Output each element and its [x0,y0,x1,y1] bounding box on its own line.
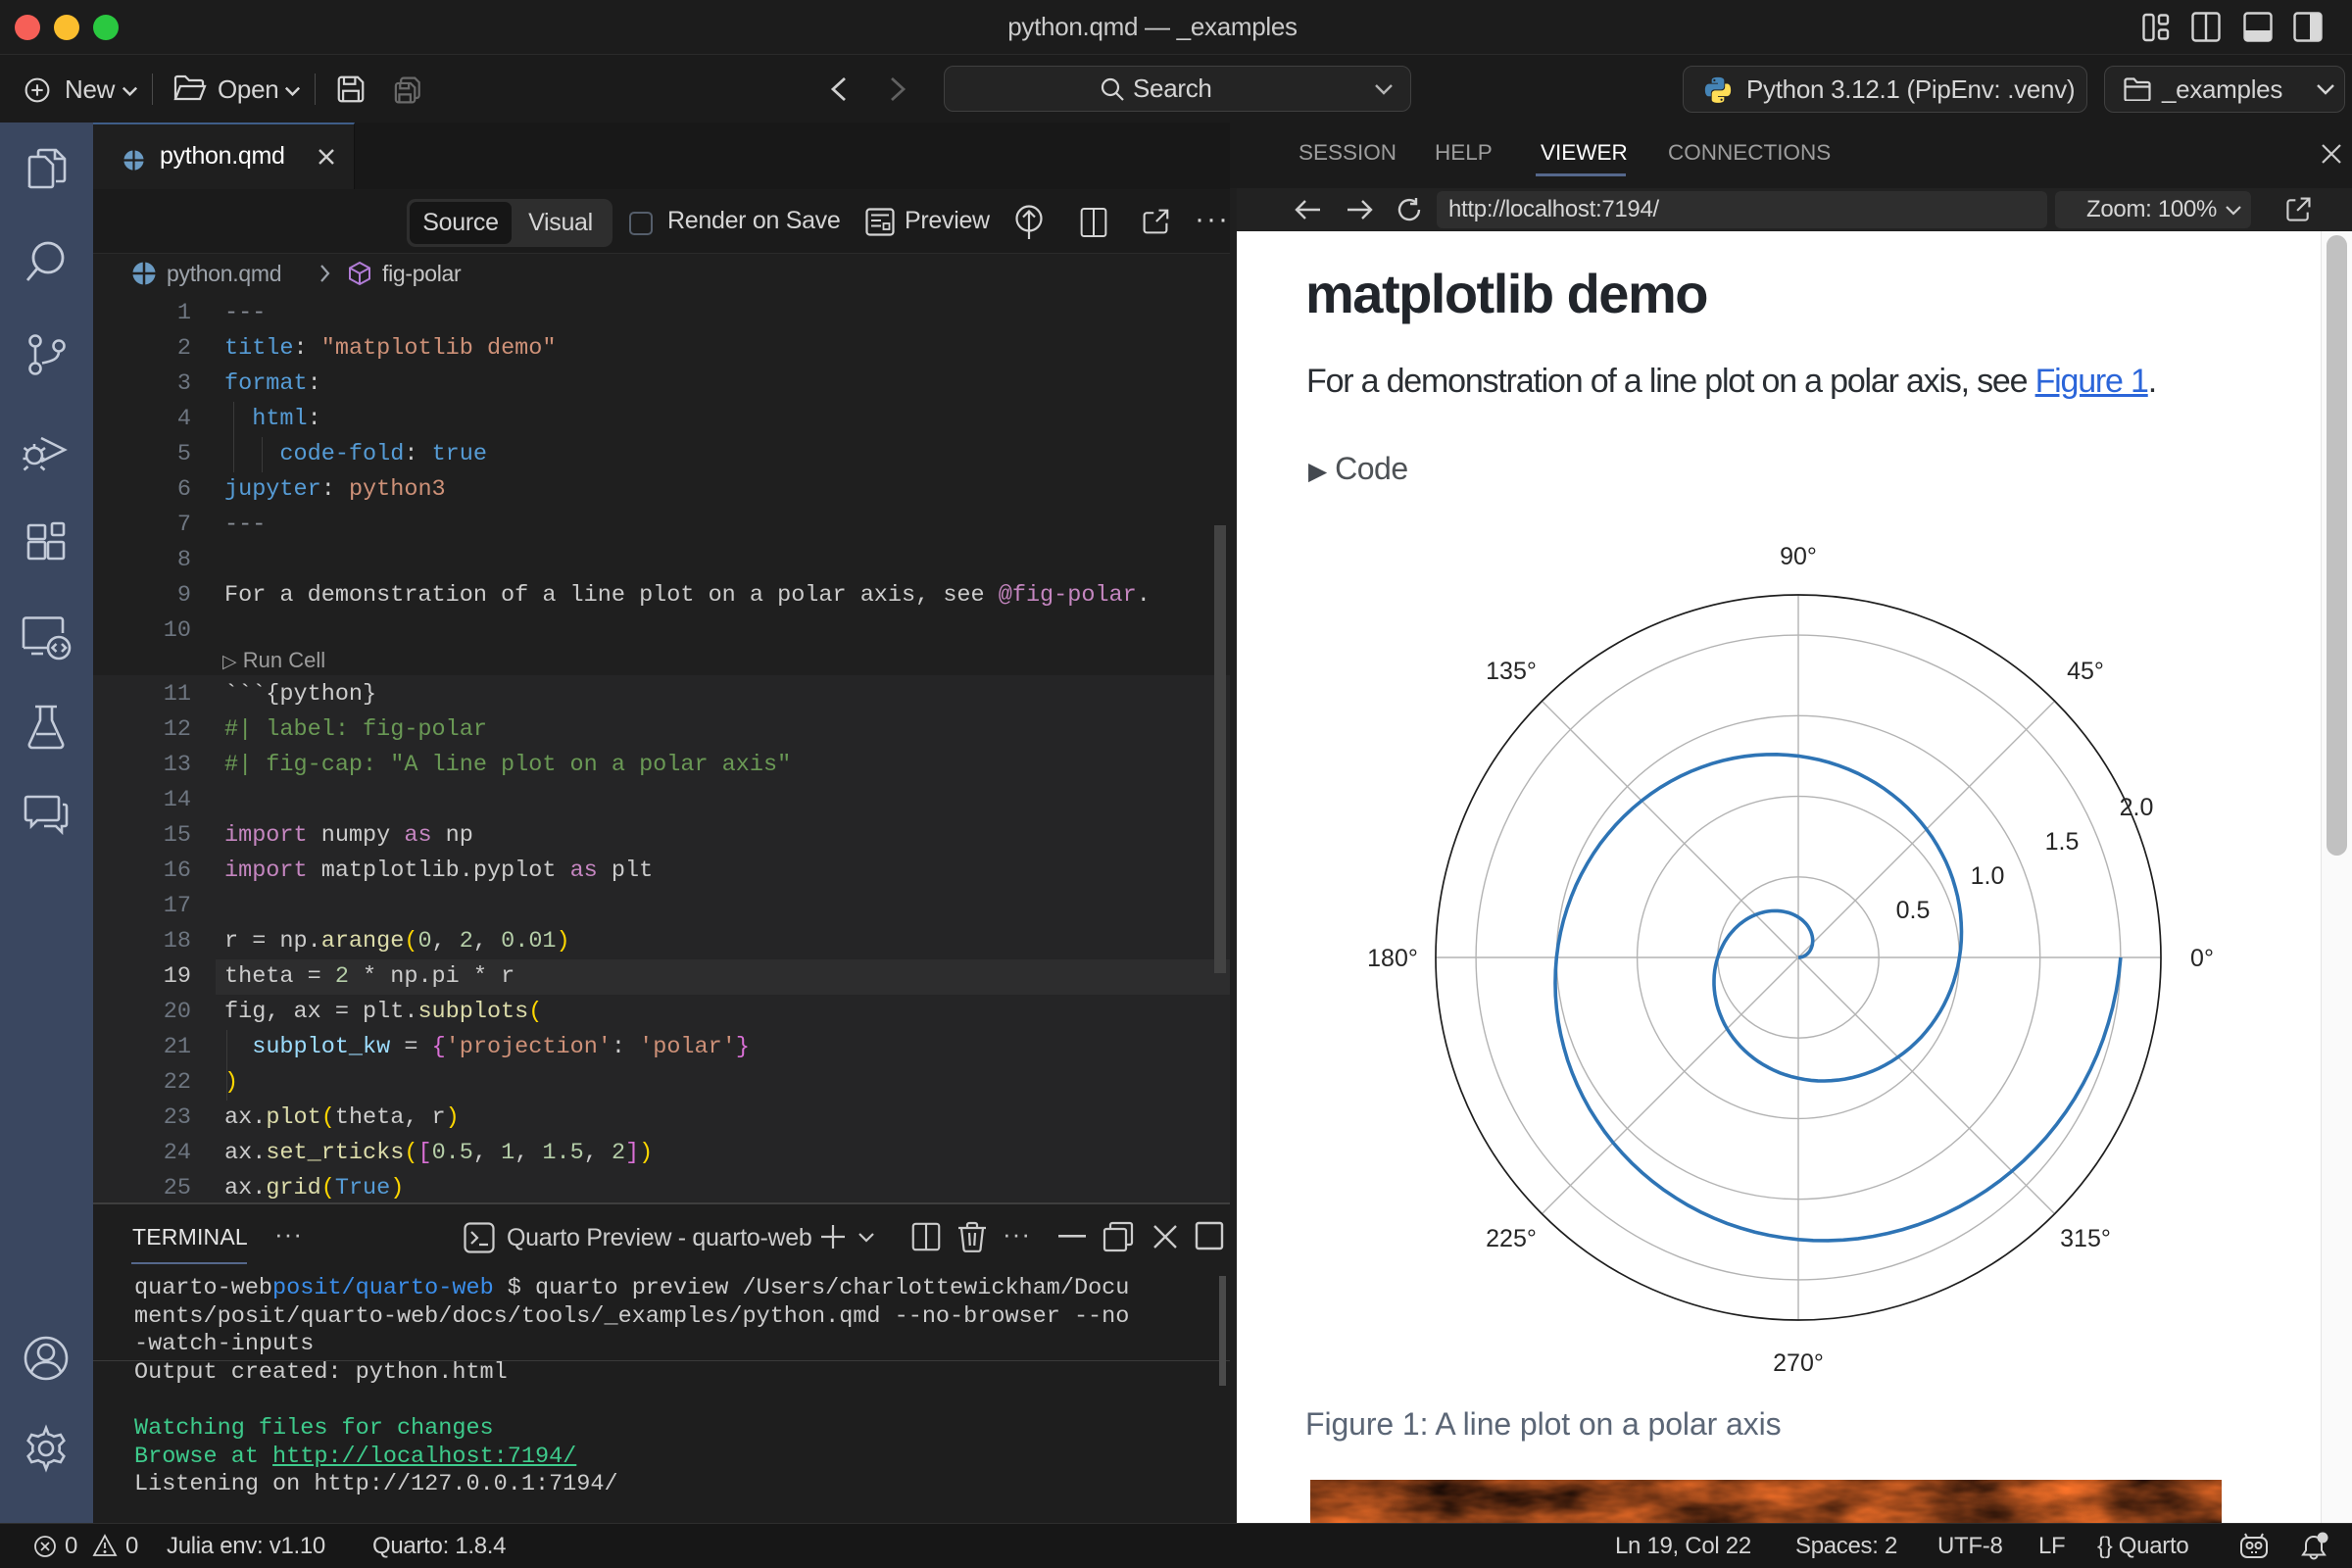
svg-text:225°: 225° [1486,1225,1537,1252]
svg-text:0.5: 0.5 [1896,897,1931,924]
svg-text:1.5: 1.5 [2045,828,2080,856]
svg-text:1.0: 1.0 [1971,862,2005,890]
svg-text:2.0: 2.0 [2120,794,2154,821]
svg-text:90°: 90° [1780,543,1817,570]
svg-text:45°: 45° [2067,658,2104,685]
svg-text:315°: 315° [2060,1225,2111,1252]
svg-text:270°: 270° [1773,1349,1824,1377]
svg-text:180°: 180° [1367,945,1418,972]
svg-text:135°: 135° [1486,658,1537,685]
svg-text:0°: 0° [2190,945,2214,972]
